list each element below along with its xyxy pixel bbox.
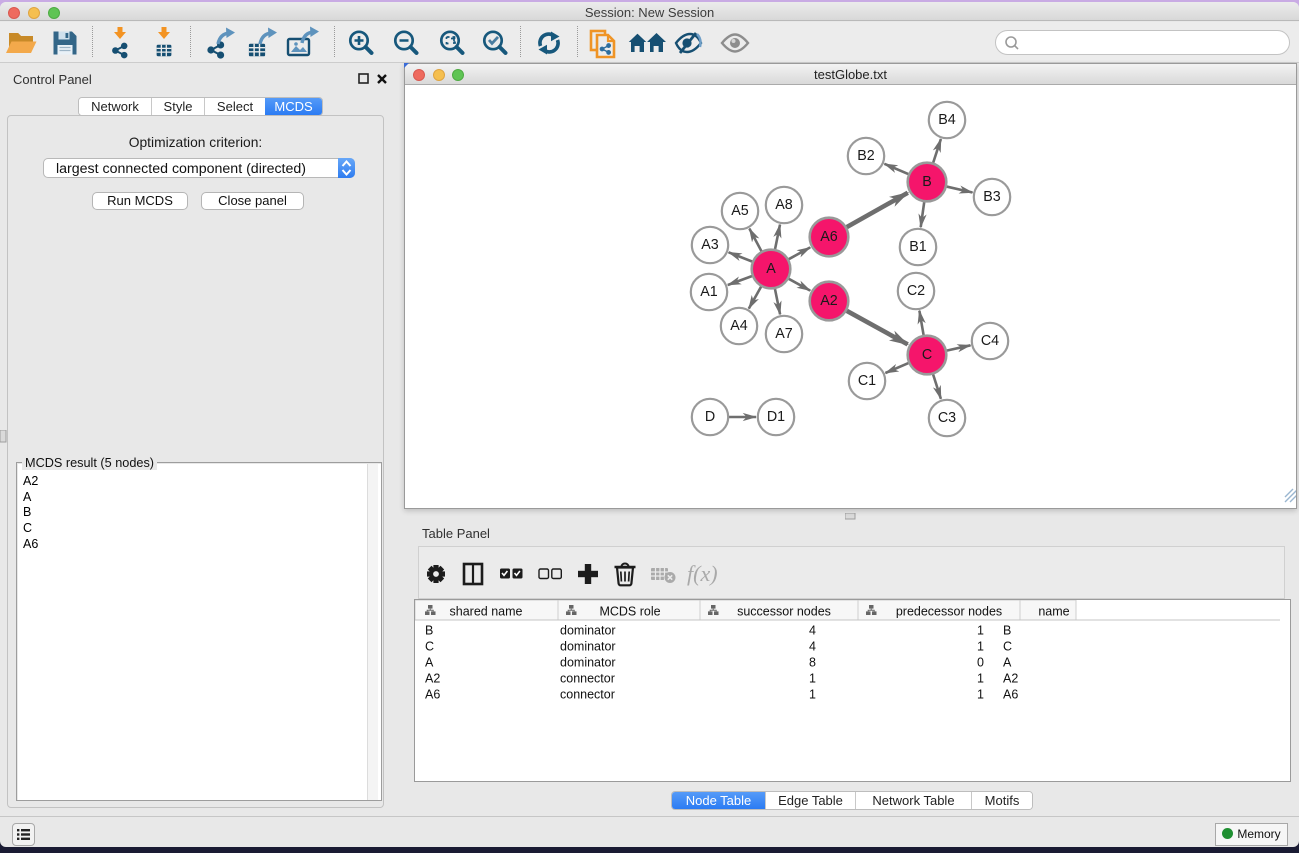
svg-text:A: A (766, 261, 776, 277)
svg-text:B4: B4 (938, 112, 956, 128)
svg-text:8: 8 (809, 656, 816, 670)
svg-text:0: 0 (977, 656, 984, 670)
svg-text:C4: C4 (981, 333, 999, 349)
svg-text:D: D (705, 409, 715, 425)
svg-text:A: A (425, 656, 434, 670)
svg-text:1: 1 (977, 672, 984, 686)
svg-text:B2: B2 (857, 148, 875, 164)
svg-text:A4: A4 (730, 318, 748, 334)
svg-text:A6: A6 (1003, 688, 1018, 702)
svg-text:A2: A2 (425, 672, 440, 686)
svg-text:shared name: shared name (450, 605, 523, 619)
svg-text:name: name (1038, 605, 1069, 619)
svg-text:A1: A1 (700, 284, 718, 300)
svg-text:A8: A8 (775, 197, 793, 213)
svg-text:dominator: dominator (560, 640, 616, 654)
svg-text:D1: D1 (767, 409, 785, 425)
svg-text:MCDS role: MCDS role (599, 605, 660, 619)
svg-text:B: B (1003, 624, 1011, 638)
svg-text:predecessor nodes: predecessor nodes (896, 605, 1002, 619)
svg-text:connector: connector (560, 672, 615, 686)
svg-text:successor nodes: successor nodes (737, 605, 831, 619)
svg-text:1: 1 (977, 688, 984, 702)
svg-text:B: B (922, 174, 932, 190)
svg-text:C: C (1003, 640, 1012, 654)
svg-text:A7: A7 (775, 326, 793, 342)
svg-text:A3: A3 (701, 237, 719, 253)
svg-text:dominator: dominator (560, 656, 616, 670)
svg-text:B3: B3 (983, 189, 1001, 205)
svg-text:1: 1 (809, 672, 816, 686)
svg-text:4: 4 (809, 640, 816, 654)
svg-text:A2: A2 (820, 293, 838, 309)
svg-text:1: 1 (977, 624, 984, 638)
svg-text:B: B (425, 624, 433, 638)
svg-text:C: C (425, 640, 434, 654)
svg-text:dominator: dominator (560, 624, 616, 638)
svg-text:A2: A2 (1003, 672, 1018, 686)
svg-text:connector: connector (560, 688, 615, 702)
svg-text:A6: A6 (425, 688, 440, 702)
svg-text:1: 1 (809, 688, 816, 702)
svg-text:C3: C3 (938, 410, 956, 426)
svg-text:A6: A6 (820, 229, 838, 245)
svg-text:C: C (922, 347, 932, 363)
svg-text:4: 4 (809, 624, 816, 638)
svg-text:C2: C2 (907, 283, 925, 299)
svg-text:1: 1 (977, 640, 984, 654)
svg-text:f(x): f(x) (687, 561, 718, 586)
svg-text:A: A (1003, 656, 1012, 670)
svg-text:C1: C1 (858, 373, 876, 389)
svg-text:B1: B1 (909, 239, 927, 255)
svg-text:A5: A5 (731, 203, 749, 219)
